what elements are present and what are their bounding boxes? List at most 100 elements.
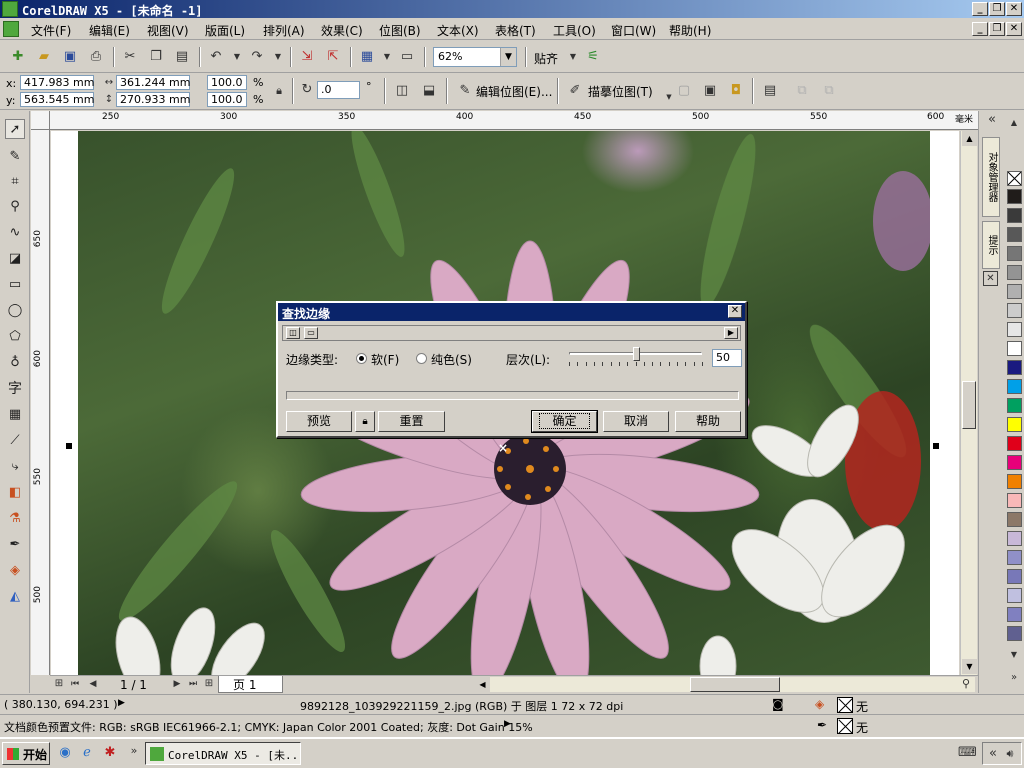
zoom-level-combo[interactable]: 62% ▼ — [433, 47, 517, 67]
menu-help[interactable]: 帮助(H) — [669, 22, 711, 39]
freehand-tool-icon[interactable]: ∿ — [5, 223, 25, 243]
undo-dropdown-icon[interactable]: ▼ — [228, 48, 246, 66]
lock-ratio-icon[interactable]: 🔒︎ — [270, 82, 288, 100]
snap-to-button[interactable]: 贴齐 — [534, 50, 558, 67]
smart-fill-tool-icon[interactable]: ◪ — [5, 249, 25, 269]
welcome-screen-icon[interactable]: ▭ — [398, 48, 416, 66]
level-slider-thumb[interactable] — [632, 347, 640, 361]
redo-icon[interactable]: ↷ — [248, 48, 266, 66]
doc-minimize-button[interactable]: _ — [972, 22, 988, 36]
vertical-scroll-thumb[interactable] — [962, 381, 976, 429]
docker-close-icon[interactable]: ✕ — [983, 271, 998, 286]
menu-bitmaps[interactable]: 位图(B) — [379, 22, 421, 39]
color-swatch[interactable] — [1007, 531, 1022, 546]
vertical-ruler[interactable]: 650 600 550 500 — [31, 130, 50, 675]
no-color-swatch[interactable] — [1007, 171, 1022, 186]
export-icon[interactable]: ⇱ — [324, 48, 342, 66]
menu-window[interactable]: 窗口(W) — [611, 22, 656, 39]
menu-tools[interactable]: 工具(O) — [553, 22, 596, 39]
add-page-icon[interactable]: ⊞ — [52, 676, 66, 692]
color-swatch[interactable] — [1007, 398, 1022, 413]
color-swatch[interactable] — [1007, 417, 1022, 432]
open-icon[interactable]: ▰ — [35, 48, 53, 66]
edit-bitmap-button[interactable]: 编辑位图(E)... — [476, 83, 552, 100]
soft-option-label[interactable]: 软(F) — [371, 351, 399, 368]
chevron-down-icon[interactable]: ▼ — [500, 48, 516, 66]
scale-x-field[interactable]: 100.0 — [207, 75, 247, 90]
selection-handle-right[interactable] — [933, 443, 939, 449]
bitmap-color-mask-icon[interactable]: ◘ — [727, 82, 745, 100]
color-swatch[interactable] — [1007, 626, 1022, 641]
color-swatch[interactable] — [1007, 569, 1022, 584]
color-swatch[interactable] — [1007, 379, 1022, 394]
menu-view[interactable]: 视图(V) — [147, 22, 189, 39]
unlink-icon[interactable]: ⧉ — [820, 82, 838, 100]
palette-scroll-up-icon[interactable]: ▲ — [1006, 117, 1022, 129]
color-swatch[interactable] — [1007, 474, 1022, 489]
zoom-tool-icon[interactable]: ⚲ — [5, 197, 25, 217]
menu-text[interactable]: 文本(X) — [437, 22, 479, 39]
rectangle-tool-icon[interactable]: ▭ — [5, 275, 25, 295]
crop-bitmap-icon[interactable]: ▢ — [675, 82, 693, 100]
color-swatch[interactable] — [1007, 341, 1022, 356]
last-page-icon[interactable]: ⏭ — [186, 676, 200, 692]
next-page-icon[interactable]: ▶ — [170, 676, 184, 692]
menu-edit[interactable]: 编辑(E) — [89, 22, 130, 39]
color-swatch[interactable] — [1007, 455, 1022, 470]
scroll-up-icon[interactable]: ▲ — [962, 131, 977, 146]
keyboard-tray-icon[interactable]: ⌨ — [958, 744, 977, 762]
crop-tool-icon[interactable]: ⌗ — [5, 172, 25, 192]
ellipse-tool-icon[interactable]: ◯ — [5, 301, 25, 321]
horizontal-scrollbar[interactable]: ◀ ▶ — [475, 677, 990, 692]
app-quicklaunch-icon[interactable]: ✱ — [101, 744, 119, 762]
wrap-text-icon[interactable]: ▤ — [761, 82, 779, 100]
preview-split-icon[interactable]: ◫ — [286, 327, 300, 339]
add-page-after-icon[interactable]: ⊞ — [202, 676, 216, 692]
expand-dialog-icon[interactable]: ▶ — [724, 327, 738, 339]
document-icon[interactable] — [3, 21, 19, 37]
dialog-close-button[interactable]: ✕ — [728, 305, 742, 318]
restore-button[interactable]: ❐ — [989, 2, 1005, 16]
menu-table[interactable]: 表格(T) — [495, 22, 536, 39]
x-position-field[interactable]: 417.983 mm — [20, 75, 94, 90]
solid-radio[interactable] — [416, 353, 427, 364]
browser-quicklaunch-icon[interactable]: ◉ — [56, 744, 74, 762]
menu-file[interactable]: 文件(F) — [31, 22, 71, 39]
horizontal-scroll-thumb[interactable] — [690, 677, 780, 692]
pick-tool-icon[interactable]: ➚ — [5, 119, 25, 139]
outline-tool-icon[interactable]: ✒ — [5, 535, 25, 555]
close-button[interactable]: ✕ — [1006, 2, 1022, 16]
docker-collapse-icon[interactable]: « — [983, 111, 1001, 129]
color-swatch[interactable] — [1007, 436, 1022, 451]
print-icon[interactable]: ⎙ — [87, 48, 105, 66]
status-expand-icon[interactable]: ▶ — [118, 698, 125, 708]
navigator-zoom-icon[interactable]: ⚲ — [958, 676, 974, 692]
coreldraw-app-icon[interactable] — [2, 1, 18, 17]
dimension-tool-icon[interactable]: ⟋ — [5, 431, 25, 451]
fill-tool-icon[interactable]: ◈ — [5, 561, 25, 581]
scroll-left-icon[interactable]: ◀ — [475, 677, 490, 692]
new-document-icon[interactable]: ✚ — [9, 48, 27, 66]
minimize-button[interactable]: _ — [972, 2, 988, 16]
outline-none-swatch[interactable] — [837, 718, 853, 734]
paste-icon[interactable]: ▤ — [173, 48, 191, 66]
menu-layout[interactable]: 版面(L) — [205, 22, 245, 39]
link-icon[interactable]: ⧉ — [793, 82, 811, 100]
palette-scroll-down-icon[interactable]: ▼ — [1006, 649, 1022, 661]
preview-single-icon[interactable]: ▭ — [304, 327, 318, 339]
color-swatch[interactable] — [1007, 208, 1022, 223]
volume-icon[interactable]: 🔊︎ — [1001, 745, 1019, 763]
selection-handle-left[interactable] — [66, 443, 72, 449]
table-tool-icon[interactable]: ▦ — [5, 405, 25, 425]
save-icon[interactable]: ▣ — [61, 48, 79, 66]
ruler-origin[interactable] — [31, 111, 50, 130]
color-swatch[interactable] — [1007, 493, 1022, 508]
application-launcher-icon[interactable]: ▦ — [358, 48, 376, 66]
preview-button[interactable]: 预览 — [286, 411, 352, 432]
menu-effects[interactable]: 效果(C) — [321, 22, 363, 39]
basic-shapes-tool-icon[interactable]: ♁ — [5, 353, 25, 373]
connector-tool-icon[interactable]: ⤷ — [5, 457, 25, 477]
color-swatch[interactable] — [1007, 322, 1022, 337]
reset-button[interactable]: 重置 — [378, 411, 445, 432]
soft-radio[interactable] — [356, 353, 367, 364]
